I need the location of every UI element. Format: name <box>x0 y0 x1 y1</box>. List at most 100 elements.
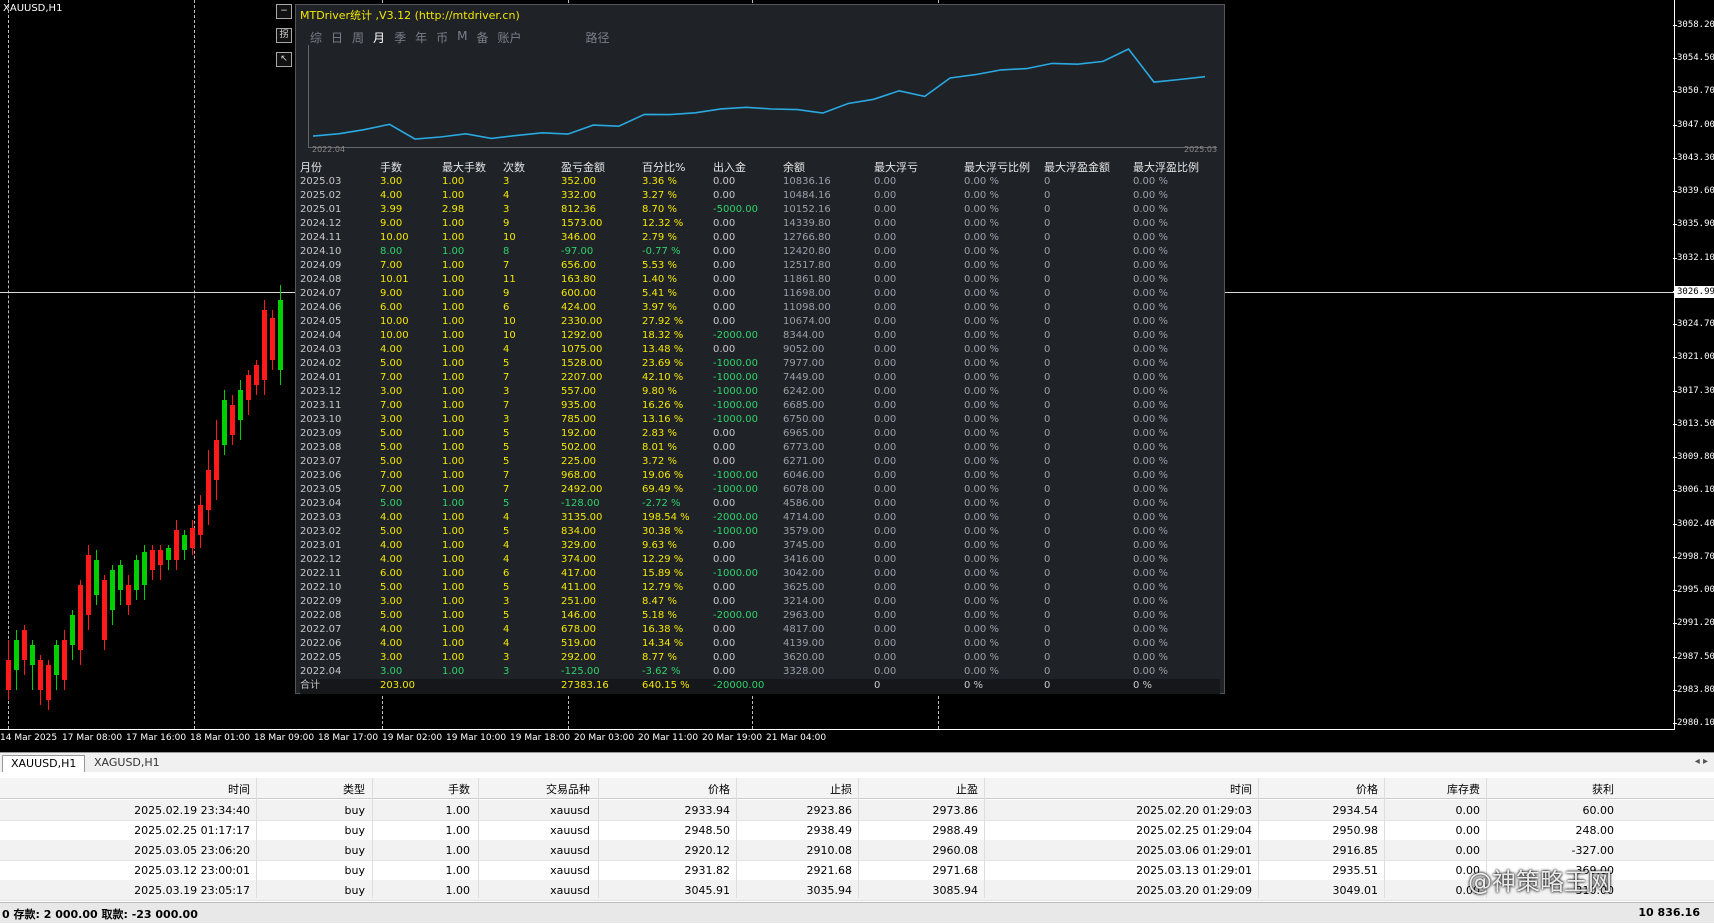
stats-cell: 0.00 <box>713 302 736 313</box>
candle-body <box>222 400 227 445</box>
stats-cell: 9.00 <box>380 288 403 299</box>
stats-cell: 3.00 <box>380 596 403 607</box>
trade-cell: 2025.03.05 23:06:20 <box>134 844 250 857</box>
stats-cell: 0.00 <box>874 316 897 327</box>
trade-cell: 1.00 <box>445 824 471 837</box>
stats-cell: 3135.00 <box>561 512 603 523</box>
column-separator[interactable] <box>736 778 737 898</box>
stats-cell: 11861.80 <box>783 274 831 285</box>
stats-cell: 2023.10 <box>300 414 342 425</box>
trade-row[interactable]: 2025.03.12 23:00:01 buy 1.00 xauusd 2931.82 2… <box>0 860 1714 881</box>
price-chart[interactable]: XAUUSD,H1 3058.20 3054.50 3050.70 3047.00 30… <box>0 0 1714 752</box>
stats-cell: 0 <box>1044 260 1051 271</box>
stats-tab[interactable]: 季 <box>394 29 406 46</box>
column-separator[interactable] <box>1384 778 1385 898</box>
stats-tab[interactable]: 月 <box>373 29 385 46</box>
stats-tab[interactable]: 备 <box>476 29 488 46</box>
stats-cell: 600.00 <box>561 288 596 299</box>
stats-cell: 0 <box>1044 456 1051 467</box>
stats-cell: 3579.00 <box>783 526 825 537</box>
tab-xauusd[interactable]: XAUUSD,H1 <box>2 755 86 772</box>
trade-header-cell[interactable]: 类型 <box>343 781 365 797</box>
candle-body <box>174 530 179 560</box>
stats-cell: 0 <box>1044 344 1051 355</box>
stats-cell: 0.00 <box>874 190 897 201</box>
tab-scroll-arrows[interactable]: ◂ ▸ <box>1695 756 1708 767</box>
stats-cell: 3 <box>503 204 510 215</box>
column-separator[interactable] <box>598 778 599 898</box>
stats-tab[interactable]: 周 <box>352 29 364 46</box>
column-separator[interactable] <box>858 778 859 898</box>
stats-cell: 1.00 <box>442 568 465 579</box>
arrow-button[interactable]: ↖ <box>276 52 292 67</box>
stats-tab[interactable]: 币 <box>436 29 448 46</box>
equity-curve <box>312 47 1206 140</box>
trade-header-cell[interactable]: 获利 <box>1592 781 1614 797</box>
stats-tab[interactable]: 年 <box>415 29 427 46</box>
stats-cell: 1.00 <box>442 414 465 425</box>
trade-row[interactable]: 2025.02.25 01:17:17 buy 1.00 xauusd 2948.50 2… <box>0 820 1714 841</box>
stats-tab[interactable]: 账户 <box>497 29 521 46</box>
stats-cell: 10.00 <box>380 232 409 243</box>
trade-header-cell[interactable]: 止盈 <box>956 781 978 797</box>
trade-header-cell[interactable]: 库存费 <box>1447 781 1480 797</box>
stats-row: 2024.07 9.00 1.00 9 600.00 5.41 % 0.00 11698.00… <box>300 287 1220 301</box>
stats-cell: 678.00 <box>561 624 596 635</box>
trade-row[interactable]: 2025.03.19 23:05:17 buy 1.00 xauusd 3045.91 3… <box>0 880 1714 901</box>
stats-cell: 12.79 % <box>642 582 684 593</box>
trade-header-cell[interactable]: 止损 <box>830 781 852 797</box>
stats-cell: 2022.04 <box>300 666 342 677</box>
column-separator[interactable] <box>372 778 373 898</box>
stats-cell: 7 <box>503 372 510 383</box>
trade-header-cell[interactable]: 价格 <box>1356 781 1378 797</box>
column-separator[interactable] <box>256 778 257 898</box>
stats-cell: 2023.06 <box>300 470 342 481</box>
stats-cell: 1.00 <box>442 442 465 453</box>
stats-cell: 1.00 <box>442 400 465 411</box>
column-separator[interactable] <box>478 778 479 898</box>
stats-cell: 3328.00 <box>783 666 825 677</box>
trade-cell: 3049.01 <box>1332 884 1379 897</box>
column-separator[interactable] <box>984 778 985 898</box>
toggle-button[interactable]: 拐 <box>276 28 292 43</box>
stats-cell: 2023.08 <box>300 442 342 453</box>
stats-tab[interactable]: 路径 <box>586 29 610 46</box>
stats-cell: 0.00 % <box>964 176 999 187</box>
candle-body <box>142 552 147 585</box>
stats-cell: 0.00 % <box>1133 526 1168 537</box>
candle-body <box>246 375 251 400</box>
trade-header-cell[interactable]: 时间 <box>1230 781 1252 797</box>
trade-header-cell[interactable]: 交易品种 <box>546 781 590 797</box>
stats-cell: 4 <box>503 624 510 635</box>
trade-row[interactable]: 2025.03.05 23:06:20 buy 1.00 xauusd 2920.12 2… <box>0 840 1714 861</box>
trade-header-cell[interactable]: 手数 <box>448 781 470 797</box>
stats-cell: 0.00 % <box>964 470 999 481</box>
stats-cell: 1.00 <box>442 358 465 369</box>
stats-cell: 3 <box>503 414 510 425</box>
time-tick-label: 19 Mar 18:00 <box>510 733 571 743</box>
stats-tab[interactable]: 综 <box>310 29 322 46</box>
stats-row: 2024.08 10.01 1.00 11 163.80 1.40 % 0.00 11861.… <box>300 273 1220 287</box>
stats-cell: 1.00 <box>442 176 465 187</box>
stats-cell: 2022.05 <box>300 652 342 663</box>
price-tick-label: 2995.00 <box>1673 585 1714 596</box>
stats-cell: 0.00 % <box>964 414 999 425</box>
equity-end-label: 2025.03 <box>1184 145 1218 154</box>
minimize-button[interactable]: − <box>276 4 292 19</box>
stats-cell: 3.00 <box>380 666 403 677</box>
trade-header-cell[interactable]: 价格 <box>708 781 730 797</box>
stats-cell: 0 <box>1044 358 1051 369</box>
stats-cell: 0.00 % <box>1133 470 1168 481</box>
candle-body <box>214 440 219 480</box>
stats-row: 2025.03 3.00 1.00 3 352.00 3.36 % 0.00 10836.16… <box>300 175 1220 189</box>
stats-tab[interactable]: 日 <box>331 29 343 46</box>
trade-row[interactable]: 2025.02.19 23:34:40 buy 1.00 xauusd 2933.94 2… <box>0 800 1714 821</box>
stats-cell: 9052.00 <box>783 344 825 355</box>
stats-cell: 10 <box>503 330 516 341</box>
time-tick-label: 14 Mar 2025 <box>0 733 58 743</box>
trade-header-cell[interactable]: 时间 <box>228 781 250 797</box>
tab-xagusd[interactable]: XAGUSD,H1 <box>86 755 168 771</box>
price-tick-label: 2987.50 <box>1673 651 1714 662</box>
column-separator[interactable] <box>1258 778 1259 898</box>
stats-tab[interactable]: M <box>457 29 467 46</box>
